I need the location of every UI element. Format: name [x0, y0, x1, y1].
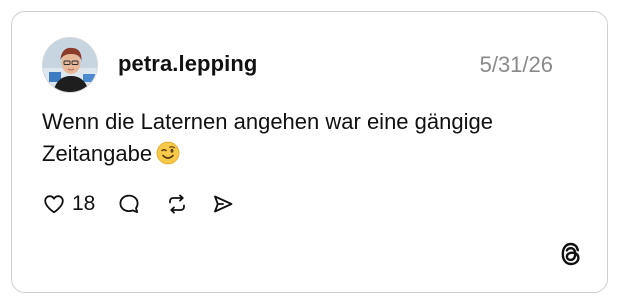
comment-bubble-icon [119, 194, 139, 213]
send-icon [214, 195, 233, 213]
username[interactable]: petra.lepping [118, 51, 257, 77]
repost-icon [169, 194, 186, 214]
post-text-content: Wenn die Laternen angehen war eine gängi… [42, 109, 493, 166]
avatar[interactable] [42, 37, 98, 93]
post-date[interactable]: 5/31/26 [480, 52, 553, 78]
post-text: Wenn die Laternen angehen war eine gängi… [42, 106, 562, 170]
post-card: petra.lepping 5/31/26 Wenn die Laternen … [11, 11, 608, 293]
winking-face-emoji-icon [156, 141, 180, 165]
repost-button[interactable] [165, 192, 189, 216]
heart-icon [44, 195, 64, 214]
avatar-photo [43, 38, 97, 92]
threads-logo-icon[interactable] [557, 240, 585, 268]
comment-button[interactable] [117, 192, 141, 216]
action-bar: 18 [42, 190, 235, 218]
like-button[interactable]: 18 [42, 192, 95, 216]
like-count: 18 [72, 192, 96, 215]
share-button[interactable] [211, 192, 235, 216]
